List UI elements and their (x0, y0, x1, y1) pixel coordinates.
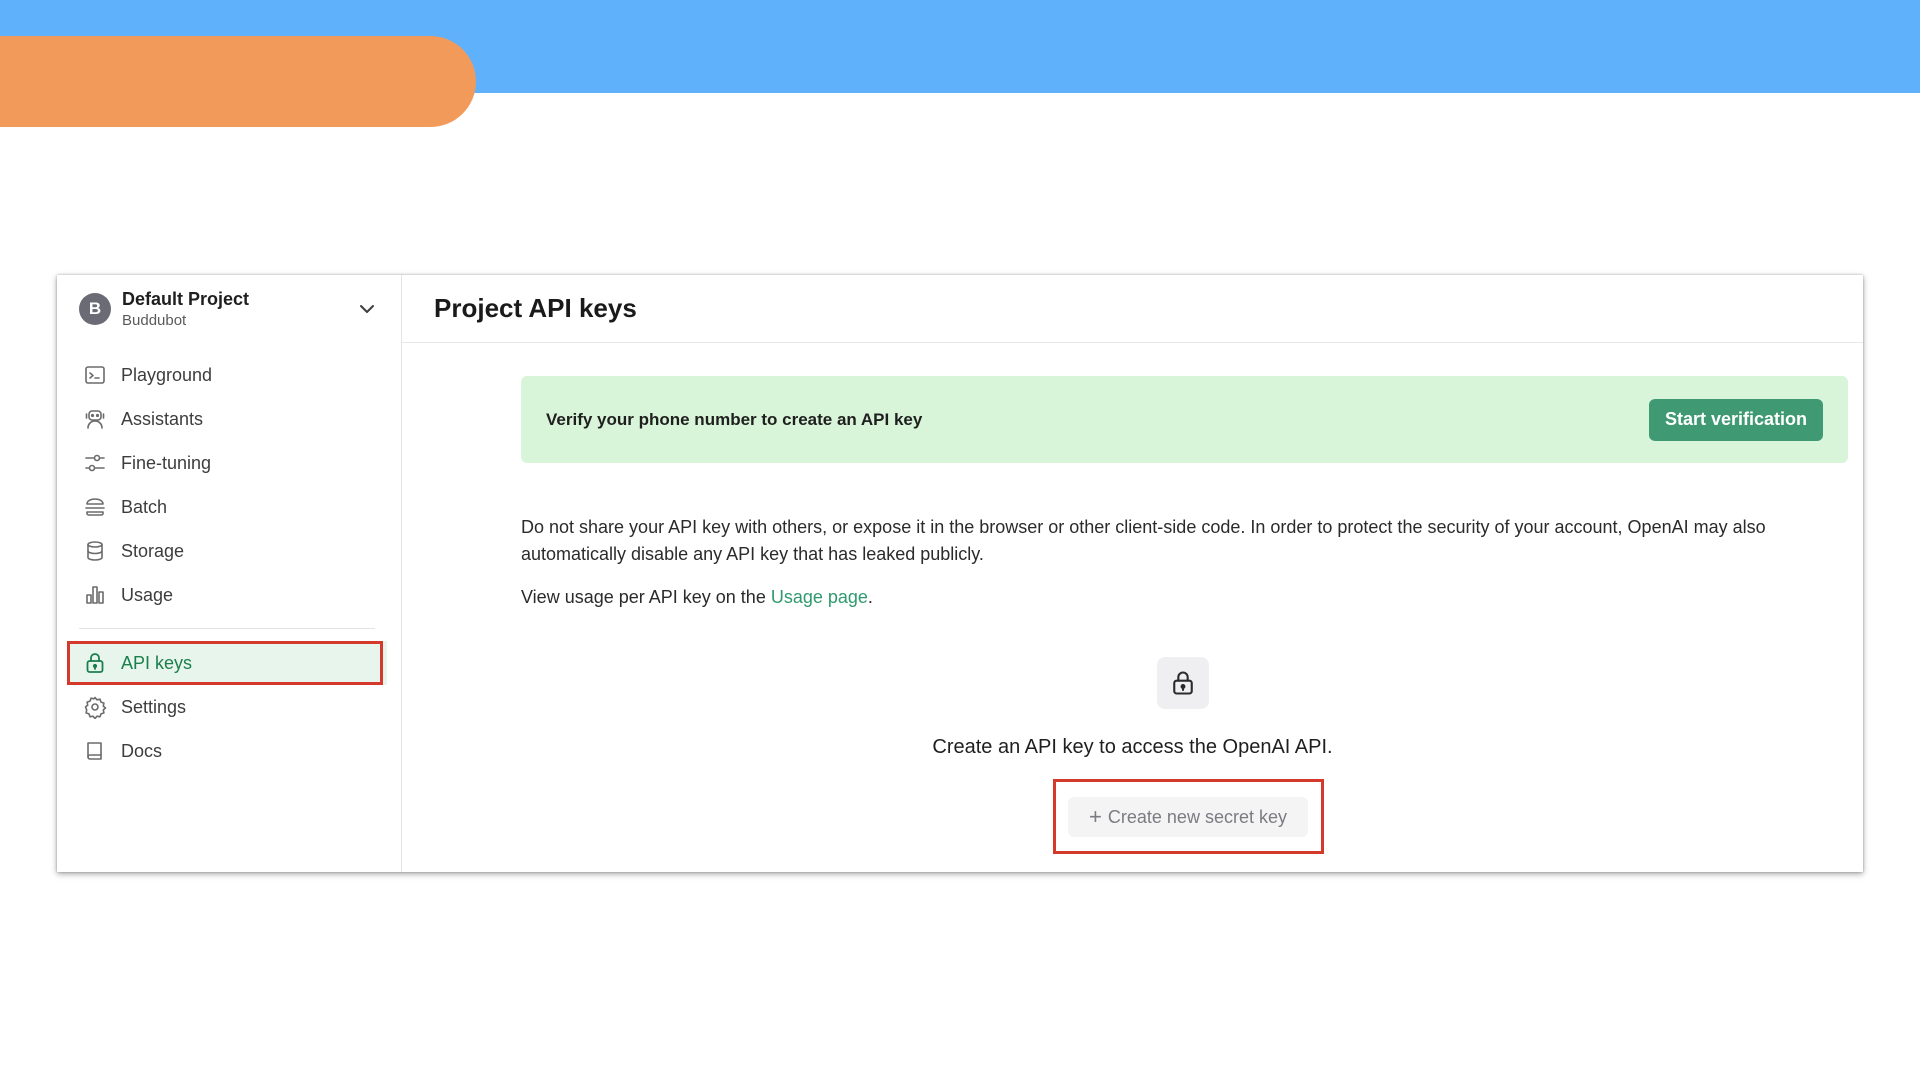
sidebar-item-batch[interactable]: Batch (67, 485, 387, 529)
sidebar-item-label: Storage (121, 540, 185, 561)
lock-icon (86, 653, 104, 673)
start-verification-button[interactable]: Start verification (1648, 398, 1823, 441)
sidebar-item-label: API keys (121, 652, 193, 673)
terminal-icon (85, 366, 105, 384)
lock-icon (1173, 671, 1193, 695)
slide: B Default Project Buddubot Playground As… (0, 0, 1920, 1080)
sidebar-nav-secondary: API keys Settings Docs (67, 641, 387, 773)
sidebar-item-usage[interactable]: Usage (67, 573, 387, 617)
create-secret-key-label: Create new secret key (1107, 806, 1287, 827)
sidebar-item-label: Settings (121, 696, 187, 717)
create-secret-key-button[interactable]: + Create new secret key (1068, 797, 1308, 837)
sidebar-item-docs[interactable]: Docs (67, 729, 387, 773)
sidebar-item-api-keys[interactable]: API keys (67, 641, 387, 685)
sidebar-divider (79, 628, 375, 629)
sidebar-nav: Playground Assistants Fine-tuning Batch … (67, 353, 387, 617)
main-content: Project API keys Verify your phone numbe… (402, 275, 1863, 872)
page-title: Project API keys (434, 293, 637, 323)
project-switcher[interactable]: B Default Project Buddubot (79, 287, 379, 331)
sidebar-item-settings[interactable]: Settings (67, 685, 387, 729)
layers-icon (85, 498, 105, 516)
sidebar-item-storage[interactable]: Storage (67, 529, 387, 573)
plus-icon: + (1089, 804, 1102, 829)
sliders-icon (85, 454, 105, 472)
sidebar-item-fine-tuning[interactable]: Fine-tuning (67, 441, 387, 485)
database-icon (87, 541, 103, 561)
title-pill (0, 36, 476, 127)
security-warning: Do not share your API key with others, o… (521, 517, 1766, 564)
project-text: Default Project Buddubot (122, 288, 249, 331)
empty-state-title: Create an API key to access the OpenAI A… (932, 736, 1333, 758)
sidebar-item-label: Usage (121, 584, 174, 605)
usage-page-link[interactable]: Usage page (771, 587, 868, 607)
usage-line: View usage per API key on the Usage page… (521, 584, 873, 611)
sidebar-item-label: Assistants (121, 408, 204, 429)
main-header: Project API keys (402, 275, 1863, 343)
verify-banner: Verify your phone number to create an AP… (521, 376, 1848, 463)
sidebar: B Default Project Buddubot Playground As… (57, 275, 402, 872)
sidebar-item-label: Batch (121, 496, 168, 517)
sidebar-item-label: Fine-tuning (121, 452, 212, 473)
sidebar-item-label: Playground (121, 364, 213, 385)
sidebar-item-label: Docs (121, 740, 163, 761)
avatar: B (79, 293, 111, 325)
empty-state-lock (1157, 657, 1209, 709)
bar-chart-icon (86, 586, 104, 604)
robot-icon (85, 410, 105, 429)
chevron-down-icon[interactable] (355, 297, 379, 321)
org-name: Buddubot (122, 311, 187, 329)
usage-suffix: . (867, 587, 873, 607)
verify-banner-text: Verify your phone number to create an AP… (546, 409, 923, 429)
book-icon (87, 742, 102, 760)
project-name: Default Project (122, 288, 250, 309)
sidebar-item-playground[interactable]: Playground (67, 353, 387, 397)
gear-icon (84, 696, 107, 719)
sidebar-item-assistants[interactable]: Assistants (67, 397, 387, 441)
usage-prefix: View usage per API key on the (521, 587, 771, 607)
app-window: B Default Project Buddubot Playground As… (57, 275, 1863, 872)
